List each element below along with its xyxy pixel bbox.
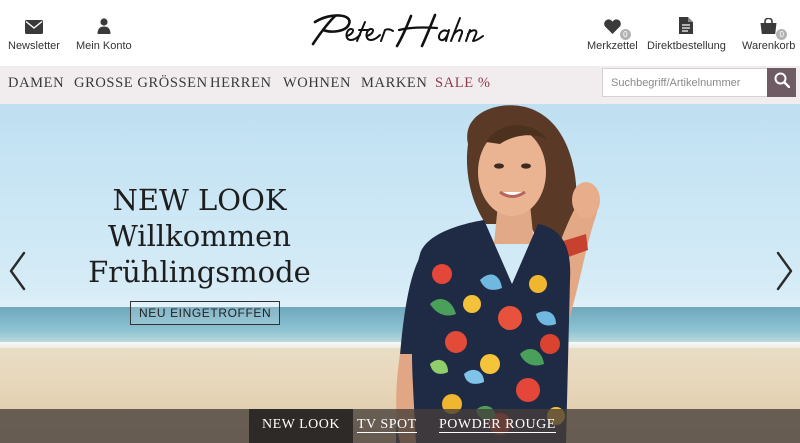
slide-tab-label: TV SPOT: [357, 417, 417, 433]
heart-icon: 0: [604, 14, 631, 40]
chevron-right-icon: [772, 251, 796, 296]
document-icon: [679, 14, 694, 34]
nav-item-damen[interactable]: DAMEN: [8, 75, 64, 92]
hero-line-fruehlingsmode: Frühlingsmode: [88, 255, 311, 289]
hero-line-willkommen: Willkommen: [108, 219, 291, 253]
shopping-bag-icon: 0: [760, 14, 788, 40]
hero-banner[interactable]: NEW LOOK Willkommen Frühlingsmode NEU EI…: [0, 104, 800, 443]
carousel-prev-button[interactable]: [6, 250, 30, 292]
cart-count-badge: 0: [776, 29, 788, 40]
nav-item-grosse-groessen[interactable]: GROSSE GRÖSSEN: [74, 75, 208, 92]
newsletter-link[interactable]: Newsletter: [8, 14, 60, 52]
slide-tab-label: NEW LOOK: [262, 417, 341, 432]
peter-hahn-logo[interactable]: [307, 10, 497, 52]
direct-order-label: Direktbestellung: [647, 40, 726, 52]
slide-tab-new-look[interactable]: NEW LOOK: [249, 409, 354, 443]
slide-tab-label: POWDER ROUGE: [439, 417, 556, 433]
newsletter-label: Newsletter: [8, 40, 60, 52]
neu-eingetroffen-button[interactable]: NEU EINGETROFFEN: [130, 301, 281, 325]
cart-link[interactable]: 0 Warenkorb: [742, 14, 795, 52]
wishlist-count-badge: 0: [619, 29, 631, 40]
hero-line-new-look: NEW LOOK: [112, 183, 287, 217]
chevron-left-icon: [6, 251, 30, 296]
nav-item-marken[interactable]: MARKEN: [361, 75, 427, 92]
hero-headline: NEW LOOK Willkommen Frühlingsmode: [72, 182, 327, 290]
slide-tab-tv-spot[interactable]: TV SPOT: [357, 409, 417, 443]
carousel-next-button[interactable]: [772, 250, 796, 292]
nav-item-sale[interactable]: SALE %: [435, 75, 491, 92]
user-icon: [97, 14, 111, 34]
wishlist-link[interactable]: 0 Merkzettel: [587, 14, 638, 52]
site-header: Newsletter Mein Konto 0 Merkzettel Direk…: [0, 0, 800, 66]
envelope-icon: [24, 14, 43, 34]
wishlist-label: Merkzettel: [587, 40, 638, 52]
nav-item-wohnen[interactable]: WOHNEN: [283, 75, 351, 92]
nav-item-herren[interactable]: HERREN: [210, 75, 272, 92]
model-photo: [396, 105, 600, 443]
search-icon: [774, 72, 790, 93]
slide-tab-powder-rouge[interactable]: POWDER ROUGE: [439, 409, 556, 443]
search-input[interactable]: [602, 68, 768, 97]
cart-label: Warenkorb: [742, 40, 796, 52]
direct-order-link[interactable]: Direktbestellung: [647, 14, 726, 52]
account-link[interactable]: Mein Konto: [76, 14, 132, 52]
account-label: Mein Konto: [76, 40, 132, 52]
search-button[interactable]: [767, 68, 796, 97]
carousel-tabs: NEW LOOK TV SPOT POWDER ROUGE: [0, 409, 800, 443]
